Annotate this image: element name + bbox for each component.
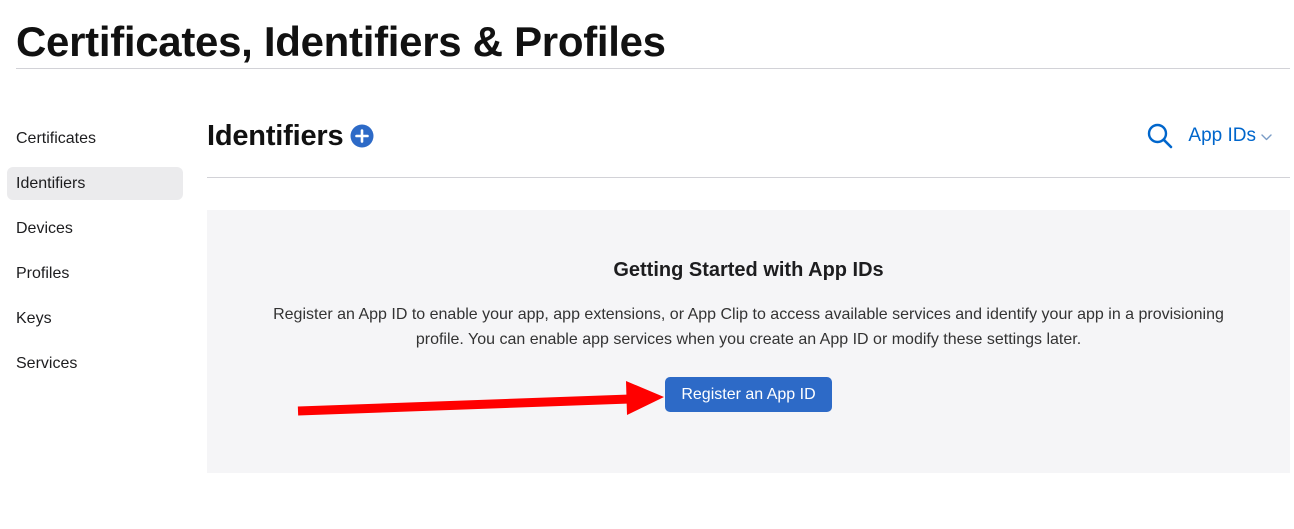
chevron-down-icon — [1261, 134, 1272, 141]
header-controls: App IDs — [1145, 121, 1272, 151]
plus-circle-icon — [350, 124, 374, 148]
sidebar-item-certificates[interactable]: Certificates — [7, 122, 183, 155]
section-title: Identifiers — [207, 119, 344, 152]
title-divider — [16, 68, 1290, 69]
sidebar-item-label: Certificates — [16, 129, 97, 147]
add-identifier-button[interactable] — [350, 124, 374, 148]
getting-started-panel: Getting Started with App IDs Register an… — [207, 210, 1290, 473]
sidebar-item-devices[interactable]: Devices — [7, 212, 183, 245]
sidebar-item-label: Profiles — [16, 264, 70, 282]
register-app-id-button[interactable]: Register an App ID — [665, 377, 832, 412]
sidebar: Certificates Identifiers Devices Profile… — [7, 122, 183, 392]
section-header: Identifiers App IDs — [207, 114, 1290, 158]
app-ids-filter-dropdown[interactable]: App IDs — [1188, 125, 1272, 147]
header-divider — [207, 177, 1290, 178]
sidebar-item-identifiers[interactable]: Identifiers — [7, 167, 183, 200]
getting-started-heading: Getting Started with App IDs — [613, 259, 884, 281]
sidebar-item-keys[interactable]: Keys — [7, 302, 183, 335]
search-icon — [1148, 123, 1173, 149]
sidebar-item-services[interactable]: Services — [7, 347, 183, 380]
filter-dropdown-label: App IDs — [1188, 125, 1256, 146]
sidebar-item-profiles[interactable]: Profiles — [7, 257, 183, 290]
sidebar-item-label: Devices — [16, 219, 73, 237]
search-button[interactable] — [1145, 121, 1175, 151]
sidebar-item-label: Services — [16, 354, 78, 372]
sidebar-item-label: Identifiers — [16, 174, 86, 192]
sidebar-item-label: Keys — [16, 309, 52, 327]
page: Certificates, Identifiers & Profiles Cer… — [0, 0, 1294, 529]
getting-started-description: Register an App ID to enable your app, a… — [273, 306, 1224, 348]
page-title: Certificates, Identifiers & Profiles — [16, 18, 666, 65]
